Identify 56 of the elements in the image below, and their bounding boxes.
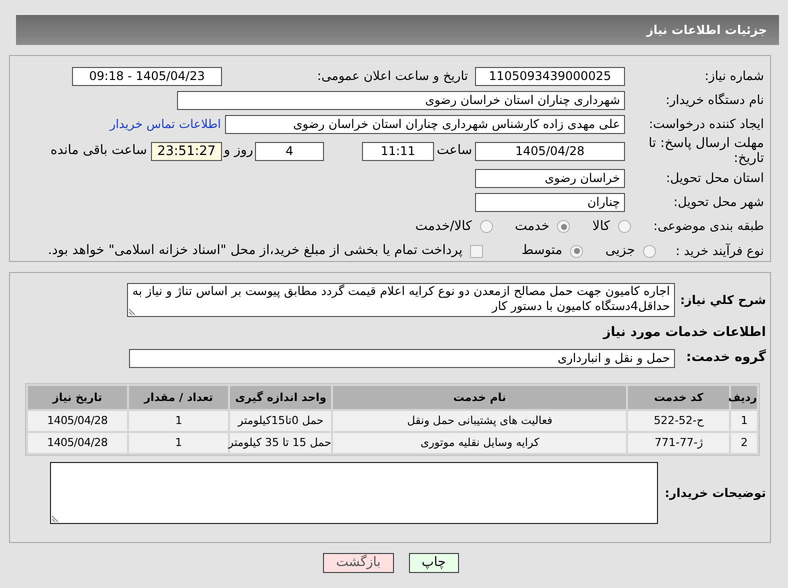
column-header: تعداد / مقدار: [128, 386, 228, 409]
field-label: شرح کلي نیاز:: [680, 293, 766, 307]
field-label: مهلت ارسال پاسخ: تا تاریخ:: [648, 136, 764, 166]
text-field[interactable]: چناران: [475, 192, 625, 212]
table-cell: فعالیت های پشتیبانی حمل ونقل: [333, 411, 626, 431]
table-cell: ح-52-522: [628, 411, 730, 431]
text-field[interactable]: خراسان رضوی: [475, 168, 625, 188]
text-field[interactable]: علی مهدی زاده کارشناس شهرداری چناران استان خراسان رضوی: [225, 114, 625, 134]
countdown-field: 23:51:27: [151, 142, 222, 160]
page-title: جزئیات اطلاعات نیاز: [646, 22, 767, 39]
text-field[interactable]: شهرداری چناران استان خراسان رضوی: [177, 90, 625, 110]
table-cell: حمل 0تا15کیلومتر: [230, 411, 332, 431]
text-field[interactable]: 1105093439000025: [475, 66, 625, 86]
text-field[interactable]: 4: [255, 142, 324, 160]
table-cell: 1: [731, 411, 757, 431]
column-header: تاریخ نیاز: [28, 386, 127, 409]
field-label: روز و: [224, 143, 254, 158]
field-label: طبقه بندی موضوعی:: [653, 218, 764, 234]
field-label: ساعت باقی مانده: [50, 142, 147, 160]
option-label: جزیی: [605, 242, 635, 260]
table-cell: حمل 15 تا 35 کیلومتر: [230, 433, 332, 453]
field-label: شهر محل تحویل:: [674, 194, 764, 209]
field-label: گروه خدمت:: [686, 350, 766, 366]
field-label: شماره نیاز:: [704, 68, 764, 83]
text-field[interactable]: 1405/04/28: [475, 142, 625, 160]
column-header: ردیف: [731, 386, 757, 409]
description-box[interactable]: اجاره کامیون جهت حمل مصالح ازمعدن دو نوع کرایه اعلام قیمت گردد مطابق پیوست بر اساس تناژ و نیاز به حداقل4دستگاه کامیون با دستور کار: [127, 283, 675, 317]
field-label: نام دستگاه خریدار:: [666, 92, 764, 107]
option-label: کالا/خدمت: [415, 218, 472, 236]
option-label: کالا: [592, 218, 610, 236]
print-button[interactable]: چاپ: [408, 553, 459, 573]
checkbox-label: پرداخت تمام یا بخشی از مبلغ خرید،از محل "اسناد خزانه اسلامی" خواهد بود.: [48, 242, 462, 260]
text-field[interactable]: حمل و نقل و انبارداری: [129, 348, 675, 368]
back-button[interactable]: بازگشت: [323, 553, 394, 573]
text-field[interactable]: 1405/04/23 - 09:18: [72, 66, 222, 86]
section-heading: اطلاعات خدمات مورد نیاز: [603, 325, 766, 340]
table-cell: کرایه وسایل نقلیه موتوری: [333, 433, 626, 453]
field-label: ایجاد کننده درخواست:: [648, 116, 764, 131]
table-cell: 1: [128, 411, 228, 431]
column-header: واحد اندازه گیری: [230, 386, 332, 409]
table-cell: 1: [128, 433, 228, 453]
option-label: متوسط: [521, 242, 562, 260]
table-cell: 2: [731, 433, 757, 453]
field-label: ساعت: [436, 143, 472, 158]
column-header: نام خدمت: [333, 386, 626, 409]
table-cell: ژ-77-771: [628, 433, 730, 453]
option-label: خدمت: [514, 218, 550, 236]
field-label: تاریخ و ساعت اعلان عمومی:: [317, 68, 468, 83]
table-cell: 1405/04/28: [28, 411, 127, 431]
table-cell: 1405/04/28: [28, 433, 127, 453]
field-label: استان محل تحویل:: [666, 170, 764, 185]
field-label: توضیحات خریدار:: [664, 486, 766, 500]
column-header: کد خدمت: [628, 386, 729, 409]
contact-link[interactable]: اطلاعات تماس خریدار: [110, 115, 221, 133]
text-field[interactable]: 11:11: [362, 142, 434, 160]
field-label: نوع فرآیند خرید :: [676, 242, 764, 258]
